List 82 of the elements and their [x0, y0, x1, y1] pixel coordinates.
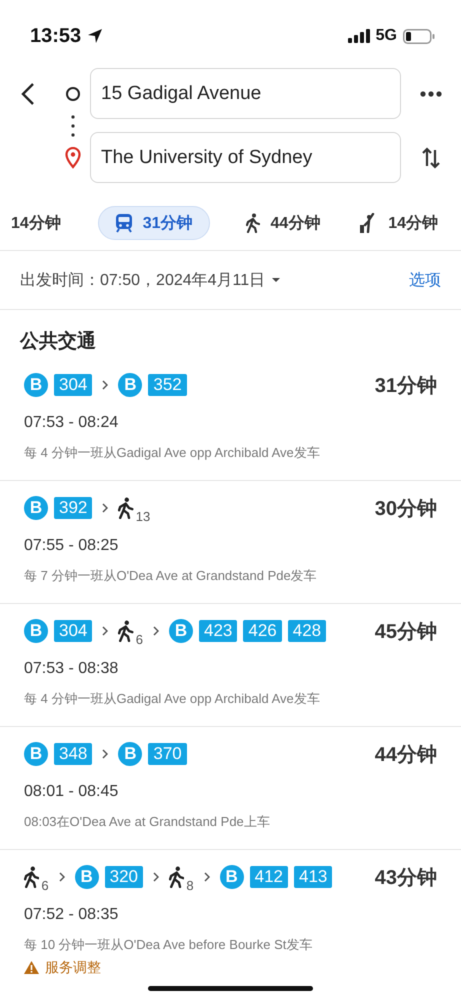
- bus-line-number: 304: [54, 374, 92, 396]
- route-frequency-note: 每 7 分钟一班从O'Dea Ave at Grandstand Pde发车: [24, 567, 318, 585]
- walking-person-icon: [24, 866, 40, 888]
- bus-badge: B: [24, 496, 48, 520]
- destination-field[interactable]: The University of Sydney: [90, 132, 401, 183]
- chevron-right-icon: [58, 872, 65, 882]
- travel-mode-tab[interactable]: 14分钟: [8, 206, 64, 240]
- bus-line-number: 352: [148, 374, 187, 396]
- chevron-right-icon: [102, 503, 108, 513]
- bus-badge: B: [24, 373, 48, 397]
- travel-mode-tab[interactable]: 31分钟: [98, 206, 210, 240]
- chevron-right-icon: [153, 626, 159, 636]
- options-link[interactable]: 选项: [409, 270, 441, 290]
- departure-time-selector[interactable]: 出发时间：07:50，2024年4月11日: [20, 270, 282, 290]
- route-times: 07:53 - 08:24: [24, 413, 120, 433]
- bus-line-number: 426: [243, 620, 282, 642]
- origin-circle-icon: [65, 86, 81, 102]
- swap-icon[interactable]: [421, 146, 441, 170]
- route-times: 08:01 - 08:45: [24, 782, 120, 802]
- walk-minutes: 13: [136, 509, 150, 524]
- train-icon: [114, 213, 133, 233]
- service-alert-label: 服务调整: [45, 959, 101, 976]
- chevron-right-icon: [102, 380, 108, 390]
- bus-line-number: 348: [54, 743, 92, 765]
- walking-person-icon: [118, 620, 134, 642]
- section-title: 公共交通: [20, 330, 97, 354]
- route-times: 07:53 - 08:38: [24, 659, 120, 679]
- status-time: 13:53: [30, 24, 82, 48]
- route-card[interactable]: B 304 6 B 423 426 428 45分钟 07:53 - 08:38 每 4 分钟一班从Gadigal Ave opp Archibald Ave发车: [0, 604, 461, 726]
- more-icon[interactable]: [420, 90, 442, 96]
- walking-person-icon: [246, 213, 260, 233]
- route-frequency-note: 08:03在O'Dea Ave at Grandstand Pde上车: [24, 813, 271, 831]
- bus-line-number: 428: [288, 620, 326, 642]
- bus-line-number: 413: [294, 866, 332, 888]
- bus-line-number: 304: [54, 620, 92, 642]
- route-card[interactable]: B 392 13 30分钟 07:55 - 08:25 每 7 分钟一班从O'Dea Ave at Grandstand Pde发车: [0, 481, 461, 603]
- route-duration: 30分钟: [374, 496, 437, 522]
- route-duration: 45分钟: [374, 620, 437, 644]
- back-icon[interactable]: [21, 82, 35, 106]
- route-times: 07:52 - 08:35: [24, 905, 120, 925]
- route-frequency-note: 每 10 分钟一班从O'Dea Ave before Bourke St发车: [24, 936, 314, 954]
- route-duration: 44分钟: [374, 742, 437, 768]
- network-type: 5G: [376, 27, 397, 45]
- walking-person-icon: [169, 866, 184, 888]
- origin-field[interactable]: 15 Gadigal Avenue: [90, 68, 401, 119]
- bus-badge: B: [74, 865, 99, 889]
- bus-badge: B: [169, 619, 193, 643]
- travel-mode-tab[interactable]: 14分钟: [357, 206, 441, 240]
- route-card[interactable]: B 348 B 370 44分钟 08:01 - 08:45 08:03在O'Dea Ave at Grandstand Pde上车: [0, 727, 461, 849]
- walk-minutes: 6: [136, 632, 143, 647]
- warning-icon: [24, 961, 39, 974]
- bus-line-number: 320: [104, 866, 143, 888]
- bus-badge: B: [220, 865, 244, 889]
- route-duration: 43分钟: [374, 866, 437, 890]
- chevron-right-icon: [102, 626, 108, 636]
- chevron-right-icon: [153, 872, 159, 882]
- location-arrow-icon: [87, 28, 104, 44]
- location-pin-icon: [65, 146, 81, 168]
- route-card[interactable]: 6 B 320 8 B 412 413 43分钟 07:52 - 08:35 每 10 分钟一班从O'Dea Ave before Bourke St发车 服务调整: [0, 850, 461, 976]
- chevron-right-icon: [204, 872, 210, 882]
- battery-icon: [403, 28, 435, 44]
- walking-person-icon: [118, 497, 134, 519]
- route-frequency-note: 每 4 分钟一班从Gadigal Ave opp Archibald Ave发车: [24, 444, 321, 462]
- bus-badge: B: [118, 373, 142, 397]
- chevron-right-icon: [102, 749, 108, 759]
- route-dots-icon: [71, 114, 75, 136]
- bus-badge: B: [24, 619, 48, 643]
- walk-minutes: 8: [186, 878, 194, 893]
- bus-badge: B: [118, 742, 142, 766]
- bus-line-number: 423: [199, 620, 238, 642]
- travel-mode-tab[interactable]: 44分钟: [243, 206, 324, 240]
- walk-minutes: 6: [41, 878, 49, 893]
- dropdown-caret-icon: [271, 277, 282, 283]
- signal-icon: [348, 29, 370, 43]
- bus-line-number: 370: [148, 743, 187, 765]
- route-frequency-note: 每 4 分钟一班从Gadigal Ave opp Archibald Ave发车: [24, 690, 321, 708]
- route-times: 07:55 - 08:25: [24, 536, 120, 556]
- bus-line-number: 392: [54, 497, 92, 519]
- route-duration: 31分钟: [374, 374, 437, 398]
- bus-line-number: 412: [250, 866, 288, 888]
- bus-badge: B: [24, 742, 48, 766]
- route-card[interactable]: B 304 B 352 31分钟 07:53 - 08:24 每 4 分钟一班从Gadigal Ave opp Archibald Ave发车: [0, 358, 461, 480]
